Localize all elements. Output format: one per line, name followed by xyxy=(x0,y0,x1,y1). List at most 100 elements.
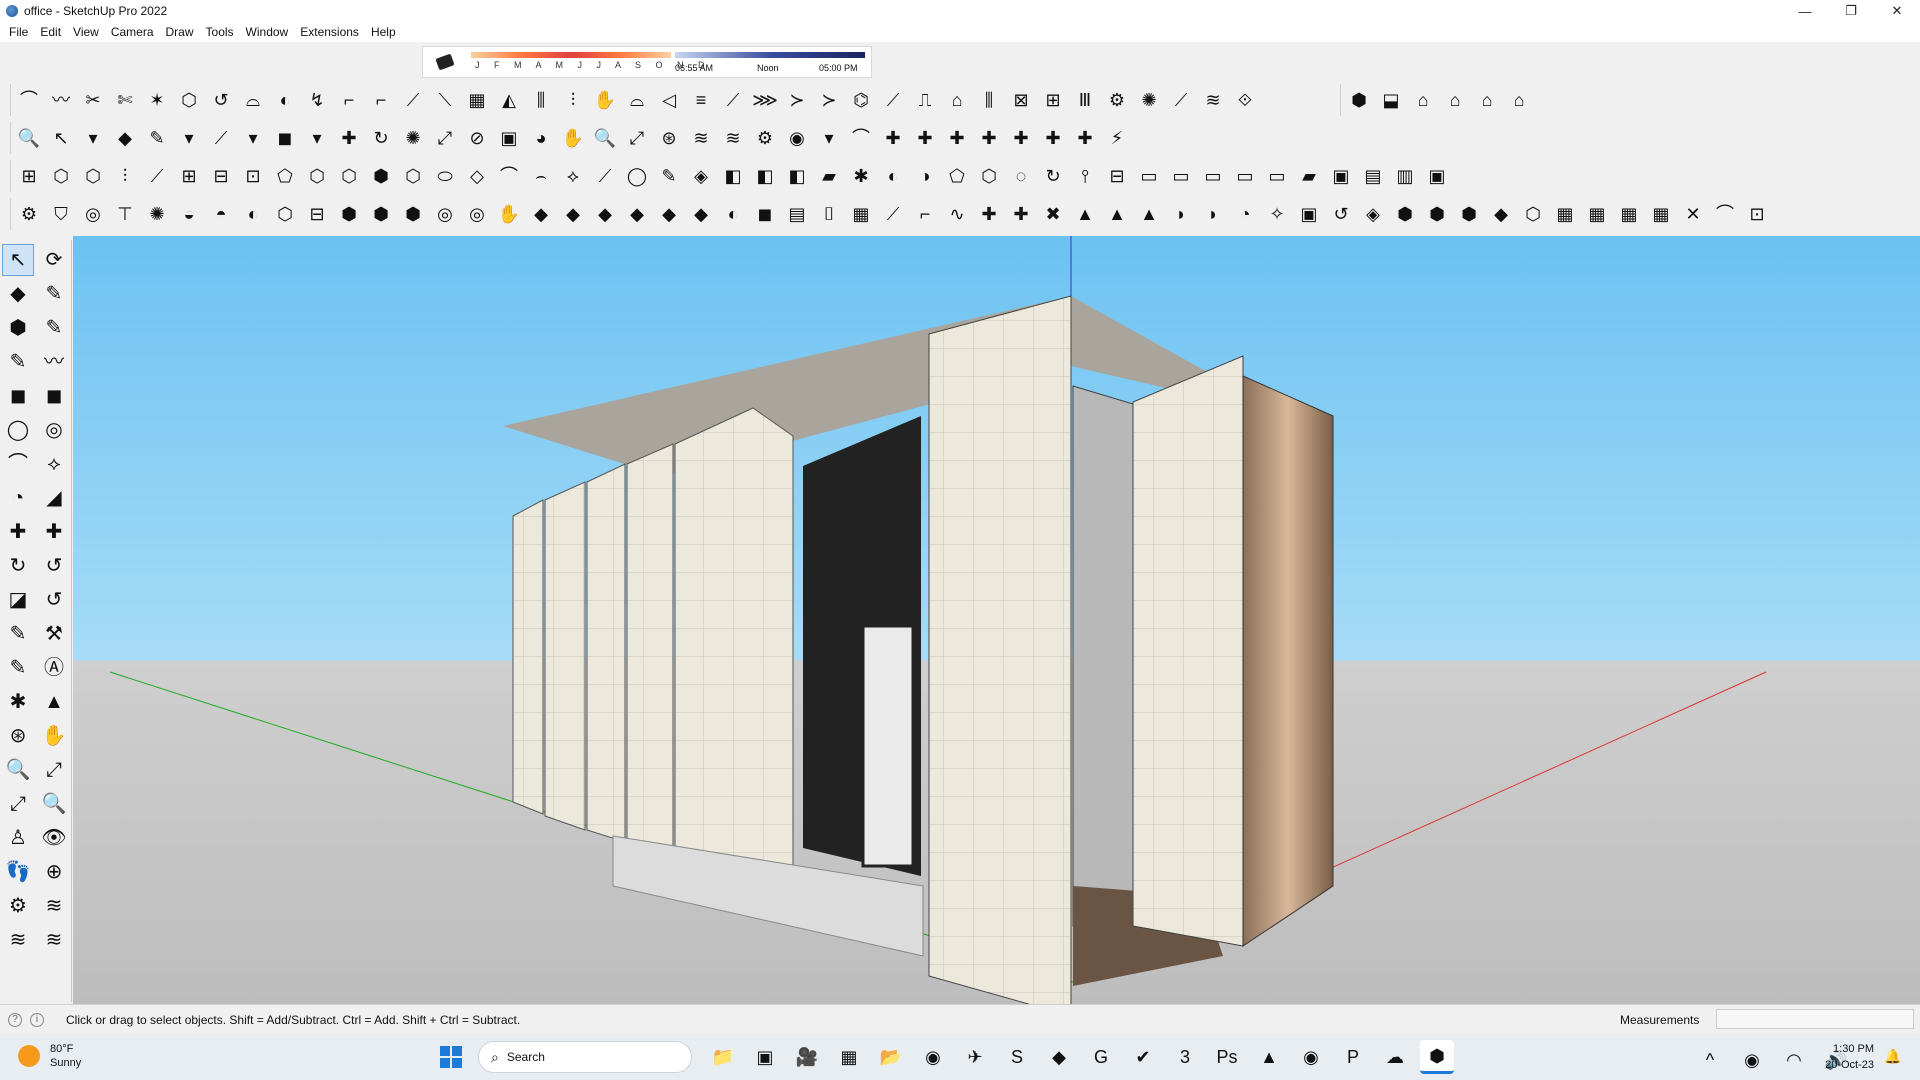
toolbar-tool-icon[interactable]: ⟐ xyxy=(1231,86,1259,114)
principal-tool-icon[interactable]: ▣ xyxy=(495,124,523,152)
left-palette-tool-icon[interactable]: ✎ xyxy=(2,346,34,378)
solid-tool-icon[interactable]: ⊞ xyxy=(175,162,203,190)
toolbar-tool-icon[interactable]: ⌒ xyxy=(15,86,43,114)
solid-tool-icon[interactable]: ✱ xyxy=(847,162,875,190)
extension-tool-icon[interactable]: ◎ xyxy=(79,200,107,228)
menu-help[interactable]: Help xyxy=(365,25,402,39)
extension-tool-icon[interactable]: ▦ xyxy=(1583,200,1611,228)
extension-tool-icon[interactable]: ↺ xyxy=(1327,200,1355,228)
left-palette-tool-icon[interactable]: ◎ xyxy=(38,414,70,446)
solid-tool-icon[interactable]: ▣ xyxy=(1423,162,1451,190)
left-palette-tool-icon[interactable]: ◔ xyxy=(2,482,34,514)
extension-tool-icon[interactable]: ⊡ xyxy=(1743,200,1771,228)
toolbar-tool-icon[interactable]: ✂ xyxy=(79,86,107,114)
solid-tool-icon[interactable]: ⬡ xyxy=(79,162,107,190)
left-palette-tool-icon[interactable]: ✚ xyxy=(38,516,70,548)
left-palette-tool-icon[interactable]: 〰 xyxy=(38,346,70,378)
taskbar-app-icon[interactable]: 3 xyxy=(1168,1040,1202,1074)
extension-tool-icon[interactable]: ◆ xyxy=(1487,200,1515,228)
extension-tool-icon[interactable]: ◆ xyxy=(655,200,683,228)
geolocation-icon[interactable]: ? xyxy=(8,1012,22,1027)
extension-tool-icon[interactable]: ◔ xyxy=(1231,200,1259,228)
left-palette-tool-icon[interactable]: ⚒ xyxy=(38,618,70,650)
taskbar-app-icon[interactable]: ▲ xyxy=(1252,1040,1286,1074)
extension-tool-icon[interactable]: ◗ xyxy=(1167,200,1195,228)
solid-tool-icon[interactable]: ⬡ xyxy=(399,162,427,190)
toolbar-tool-icon[interactable]: ⟋ xyxy=(399,86,427,114)
principal-tool-icon[interactable]: 🔍 xyxy=(591,124,619,152)
extension-tool-icon[interactable]: ▲ xyxy=(1135,200,1163,228)
left-palette-tool-icon[interactable]: ⬢ xyxy=(2,312,34,344)
principal-tool-icon[interactable]: ◆ xyxy=(111,124,139,152)
extension-tool-icon[interactable]: ◈ xyxy=(1359,200,1387,228)
principal-tool-icon[interactable]: ✎ xyxy=(143,124,171,152)
toolbar-tool-icon[interactable]: ≻ xyxy=(783,86,811,114)
extension-tool-icon[interactable]: ⬡ xyxy=(271,200,299,228)
solid-tool-icon[interactable]: ◧ xyxy=(719,162,747,190)
toolbar-tool-icon[interactable]: ⫼ xyxy=(975,86,1003,114)
toolbar-tool-icon[interactable]: Ⅲ xyxy=(1071,86,1099,114)
toolbar-tool-icon[interactable]: ⚙ xyxy=(1103,86,1131,114)
solid-tool-icon[interactable]: ⫶ xyxy=(111,162,139,190)
toolbar-tool-icon[interactable]: ⟋ xyxy=(879,86,907,114)
extension-tool-icon[interactable]: ⊤ xyxy=(111,200,139,228)
menu-extensions[interactable]: Extensions xyxy=(294,25,365,39)
solid-tool-icon[interactable]: ⬡ xyxy=(975,162,1003,190)
extension-tool-icon[interactable]: ⊟ xyxy=(303,200,331,228)
extension-tool-icon[interactable]: ◼ xyxy=(751,200,779,228)
principal-tool-icon[interactable]: ⟋ xyxy=(207,124,235,152)
menu-window[interactable]: Window xyxy=(240,25,295,39)
taskbar-app-icon[interactable]: 🎥 xyxy=(790,1040,824,1074)
principal-tool-icon[interactable]: ✚ xyxy=(879,124,907,152)
principal-tool-icon[interactable]: ⚙ xyxy=(751,124,779,152)
solid-tool-icon[interactable]: ▭ xyxy=(1231,162,1259,190)
extension-tool-icon[interactable]: ✚ xyxy=(1007,200,1035,228)
solid-tool-icon[interactable]: ◈ xyxy=(687,162,715,190)
extension-tool-icon[interactable]: ▦ xyxy=(1551,200,1579,228)
extension-tool-icon[interactable]: ▲ xyxy=(1071,200,1099,228)
notification-bell-icon[interactable]: 🔔 xyxy=(1884,1048,1901,1065)
solid-tool-icon[interactable]: ▭ xyxy=(1199,162,1227,190)
taskbar-app-icon[interactable]: 📂 xyxy=(874,1040,908,1074)
extension-tool-icon[interactable]: ◐ xyxy=(239,200,267,228)
menu-edit[interactable]: Edit xyxy=(34,25,67,39)
left-palette-tool-icon[interactable]: ◪ xyxy=(2,584,34,616)
principal-tool-icon[interactable]: ▾ xyxy=(303,124,331,152)
principal-tool-icon[interactable]: ▾ xyxy=(815,124,843,152)
measurements-input[interactable] xyxy=(1716,1009,1914,1029)
principal-tool-icon[interactable]: ✋ xyxy=(559,124,587,152)
solid-tool-icon[interactable]: ◧ xyxy=(783,162,811,190)
solid-tool-icon[interactable]: ◐ xyxy=(879,162,907,190)
solid-tool-icon[interactable]: ⟋ xyxy=(143,162,171,190)
principal-tool-icon[interactable]: ▾ xyxy=(239,124,267,152)
solid-tool-icon[interactable]: ⟋ xyxy=(591,162,619,190)
toolbar-tool-icon[interactable]: ▦ xyxy=(463,86,491,114)
principal-tool-icon[interactable]: ↖ xyxy=(47,124,75,152)
left-palette-tool-icon[interactable]: Ⓐ xyxy=(38,652,70,684)
solid-tool-icon[interactable]: ⊡ xyxy=(239,162,267,190)
principal-tool-icon[interactable]: ✚ xyxy=(943,124,971,152)
toolbar-tool-icon[interactable]: ≋ xyxy=(1199,86,1227,114)
tray-icon[interactable]: ◠ xyxy=(1780,1046,1808,1074)
principal-tool-icon[interactable]: ✺ xyxy=(399,124,427,152)
tray-icon[interactable]: ◉ xyxy=(1738,1046,1766,1074)
menu-draw[interactable]: Draw xyxy=(160,25,200,39)
extension-tool-icon[interactable]: ▦ xyxy=(1615,200,1643,228)
toolbar-tool-icon[interactable]: ⊞ xyxy=(1039,86,1067,114)
close-button[interactable]: ✕ xyxy=(1874,0,1920,22)
extension-tool-icon[interactable]: ⛉ xyxy=(47,200,75,228)
toolbar-tool-icon[interactable]: ≡ xyxy=(687,86,715,114)
toolbar-tool-icon[interactable]: ✄ xyxy=(111,86,139,114)
extension-tool-icon[interactable]: ▲ xyxy=(1103,200,1131,228)
toolbar-tool-icon[interactable]: ⊠ xyxy=(1007,86,1035,114)
minimize-button[interactable]: — xyxy=(1782,0,1828,22)
extension-tool-icon[interactable]: ▣ xyxy=(1295,200,1323,228)
taskbar-app-icon[interactable]: ☁ xyxy=(1378,1040,1412,1074)
taskbar-app-icon[interactable]: ▣ xyxy=(748,1040,782,1074)
toolbar-tool-icon[interactable]: ⌓ xyxy=(623,86,651,114)
toolbar-tool-icon[interactable]: ⌂ xyxy=(943,86,971,114)
solid-tool-icon[interactable]: ◌ xyxy=(1007,162,1035,190)
toolbar-tool-icon[interactable]: ⟋ xyxy=(1167,86,1195,114)
left-palette-tool-icon[interactable]: ⤢ xyxy=(38,754,70,786)
clock[interactable]: 1:30 PM 20-Oct-23 xyxy=(1810,1041,1874,1073)
